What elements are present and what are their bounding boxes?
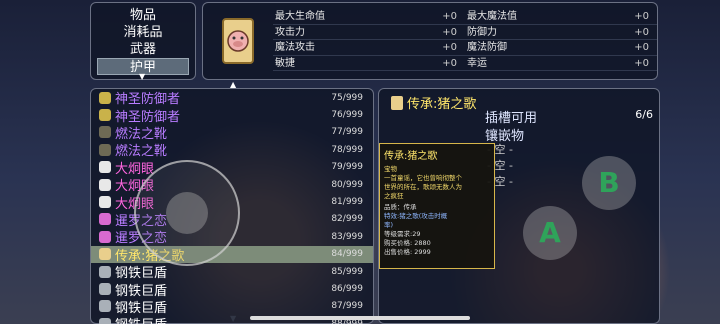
detail-title-text: 传承:猪之歌: [407, 97, 477, 112]
stat-label: 魔法攻击: [275, 42, 315, 53]
down-arrow-icon: ▼: [139, 72, 146, 81]
slot-available-label: 插槽可用: [485, 111, 538, 126]
item-name: 神圣防御者: [115, 92, 181, 108]
item-icon: [99, 248, 111, 261]
item-icon: [99, 196, 111, 209]
item-count: 80/999: [331, 179, 363, 190]
stat-label: 魔法防御: [467, 42, 507, 53]
category-weapons[interactable]: 武器: [91, 41, 195, 58]
stat-label: 敏捷: [275, 57, 295, 69]
item-icon: [99, 109, 111, 122]
item-name: 神圣防御者: [115, 109, 181, 125]
b-button[interactable]: B: [582, 156, 636, 210]
stat-row: 攻击力 +0 防御力 +0: [273, 25, 657, 40]
tooltip-desc: 之疯狂: [384, 192, 404, 200]
stat-grid: 最大生命值 +0 最大魔法值 +0 攻击力 +0 防御力 +0 魔法攻击 +0 魔法防御 +…: [273, 9, 657, 71]
item-row[interactable]: 钢铁巨盾 86/999: [91, 280, 373, 299]
category-menu: 物品 消耗品 武器 护甲 ▼: [90, 2, 196, 81]
item-count: 75/999: [331, 92, 363, 103]
stat-label: 最大魔法值: [467, 11, 517, 22]
item-count: 77/999: [331, 127, 363, 138]
item-count: 82/999: [331, 214, 363, 225]
item-icon: [99, 265, 111, 278]
item-row[interactable]: 钢铁巨盾 87/999: [91, 298, 373, 316]
item-name: 钢铁巨盾: [115, 300, 168, 316]
tooltip-title: 传承:猪之歌: [384, 151, 438, 162]
item-icon: [99, 230, 111, 243]
stat-row: 敏捷 +0 幸运 +0: [273, 56, 657, 71]
item-icon: [99, 213, 111, 226]
tooltip-quality: 品质：传承: [384, 203, 417, 211]
stat-value: +0: [442, 57, 457, 69]
item-icon: [99, 317, 111, 324]
tooltip-sell-price: 出售价格: 2999: [384, 248, 431, 256]
item-icon: [99, 300, 111, 313]
item-count: 81/999: [331, 197, 363, 208]
item-count: 84/999: [331, 249, 363, 260]
tooltip-type: 宝物: [384, 165, 397, 173]
tooltip-effect: 特效:猪之歌(攻击时概: [384, 212, 448, 220]
stat-value: +0: [442, 11, 457, 22]
item-name: 燃法之靴: [115, 126, 168, 142]
stat-row: 最大生命值 +0 最大魔法值 +0: [273, 9, 657, 25]
tooltip-desc: 世界的所在，歌颂无数人为: [384, 183, 462, 191]
stat-label: 防御力: [467, 26, 497, 38]
stat-row: 魔法攻击 +0 魔法防御 +0: [273, 40, 657, 56]
stat-value: +0: [634, 11, 649, 22]
stat-value: +0: [634, 57, 649, 69]
item-count: 79/999: [331, 162, 363, 173]
virtual-joystick[interactable]: [134, 160, 240, 266]
item-icon: [99, 126, 111, 139]
item-count: 78/999: [331, 144, 363, 155]
stat-value: +0: [442, 42, 457, 53]
item-row[interactable]: 传承:猪之歌 84/999: [91, 245, 373, 264]
item-icon: [99, 143, 111, 156]
stat-label: 幸运: [467, 57, 487, 69]
item-icon: [99, 178, 111, 191]
item-row[interactable]: 神圣防御者 76/999: [91, 106, 373, 125]
category-consumables[interactable]: 消耗品: [91, 24, 195, 41]
tooltip-buy-price: 购买价格: 2880: [384, 239, 431, 247]
a-button[interactable]: A: [523, 206, 577, 260]
tooltip-required-level: 等级需求:29: [384, 230, 421, 238]
detail-title: 传承:猪之歌: [391, 93, 476, 112]
item-name: 钢铁巨盾: [115, 283, 168, 299]
item-icon: [99, 91, 111, 104]
item-row[interactable]: 神圣防御者 75/999: [91, 89, 373, 108]
stats-panel: 最大生命值 +0 最大魔法值 +0 攻击力 +0 防御力 +0 魔法攻击 +0 魔法防御 +…: [202, 2, 658, 80]
category-items[interactable]: 物品: [91, 7, 195, 24]
stat-value: +0: [442, 26, 457, 38]
item-count: 85/999: [331, 266, 363, 277]
item-icon: [99, 161, 111, 174]
stat-value: +0: [634, 26, 649, 38]
item-row[interactable]: 燃法之靴 77/999: [91, 124, 373, 142]
tooltip-desc: 一首童谣，它也曾响彻整个: [384, 174, 462, 182]
item-name: 燃法之靴: [115, 144, 168, 160]
tooltip-effect: 率): [384, 221, 394, 229]
item-name: 钢铁巨盾: [115, 266, 168, 282]
stat-value: +0: [634, 42, 649, 53]
stat-label: 攻击力: [275, 26, 305, 38]
item-count: 86/999: [331, 283, 363, 294]
home-indicator[interactable]: [250, 316, 470, 320]
item-row[interactable]: 燃法之靴 78/999: [91, 141, 373, 160]
item-count: 76/999: [331, 110, 363, 121]
item-row[interactable]: 钢铁巨盾 85/999: [91, 263, 373, 282]
item-count: 83/999: [331, 231, 363, 242]
stat-label: 最大生命值: [275, 11, 325, 22]
item-count: 87/999: [331, 301, 363, 312]
slot-count: 6/6: [635, 108, 653, 121]
scroll-icon: [391, 95, 403, 110]
joystick-knob[interactable]: [166, 192, 208, 234]
item-row[interactable]: 大炯眼 79/999: [91, 159, 373, 177]
scroll-icon: [222, 18, 254, 64]
item-icon: [99, 282, 111, 295]
item-tooltip: 传承:猪之歌 宝物 一首童谣，它也曾响彻整个 世界的所在，歌颂无数人为 之疯狂 …: [379, 143, 495, 269]
